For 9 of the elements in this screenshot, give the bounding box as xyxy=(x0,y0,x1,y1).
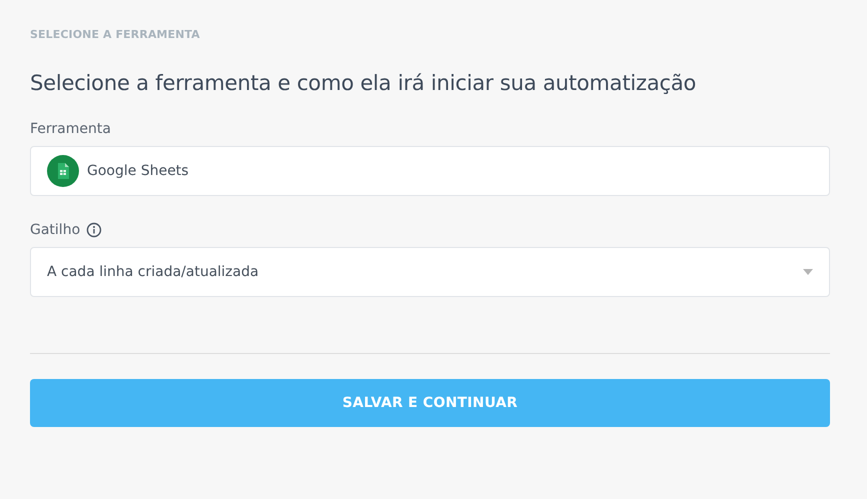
info-icon[interactable] xyxy=(86,222,102,238)
page-heading: Selecione a ferramenta e como ela irá iniciar sua automatização xyxy=(30,71,698,95)
trigger-select[interactable]: A cada linha criada/atualizada xyxy=(30,247,830,297)
caret-icon xyxy=(803,269,813,275)
section-label: SELECIONE A FERRAMENTA xyxy=(30,28,201,41)
field-label: Gatilho xyxy=(30,222,80,238)
tool-select[interactable]: Google Sheets xyxy=(30,146,830,196)
field-label: Ferramenta xyxy=(30,121,111,137)
spreadsheet-icon xyxy=(47,155,79,187)
